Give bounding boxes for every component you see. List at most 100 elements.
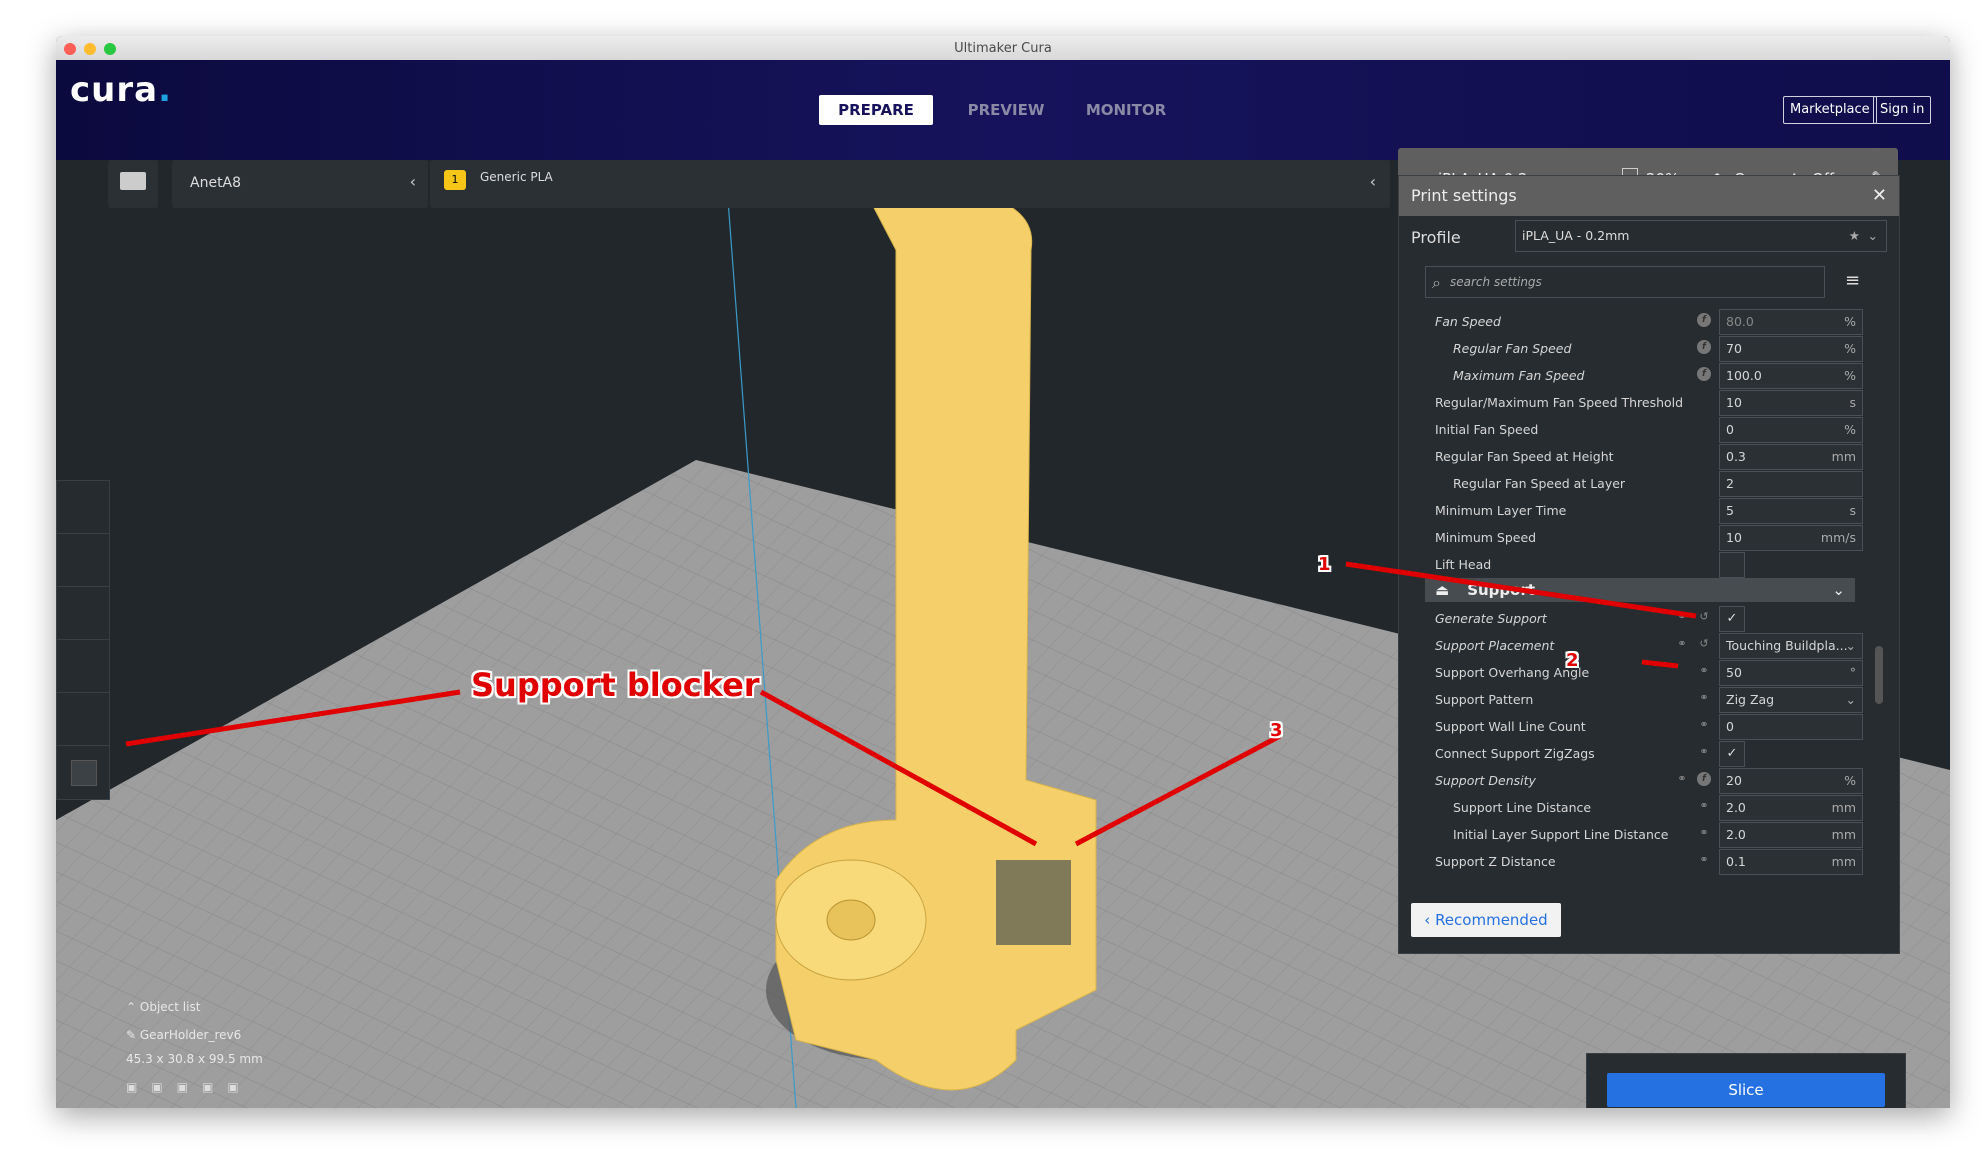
setting-input[interactable]: 2: [1719, 471, 1863, 497]
profile-label: Profile: [1411, 228, 1461, 247]
link-icon: ⚭: [1699, 826, 1709, 839]
object-dimensions: 45.3 x 30.8 x 99.5 mm: [126, 1052, 263, 1066]
function-icon: f: [1697, 313, 1711, 327]
setting-input[interactable]: 50 °: [1719, 660, 1863, 686]
support-blocker-annotation: Support blocker: [471, 666, 760, 704]
chevron-down-icon: ⌄: [1832, 581, 1845, 599]
setting-row: Regular Fan Speed f 70%: [1435, 335, 1865, 362]
chevron-left-icon: ‹: [409, 172, 416, 191]
setting-input[interactable]: 0.1 mm: [1719, 849, 1863, 875]
setting-row: Regular Fan Speed at Height 0.3 mm: [1435, 443, 1865, 470]
sign-in-button[interactable]: Sign in: [1873, 96, 1932, 124]
setting-row: Minimum Speed 10 mm/s: [1435, 524, 1865, 551]
tab-monitor[interactable]: MONITOR: [1076, 95, 1176, 125]
material-name: Generic PLA: [480, 170, 553, 184]
setting-row: Support Overhang Angle ⚭ 50 °: [1435, 659, 1865, 686]
search-settings-input[interactable]: ⌕ search settings: [1425, 266, 1825, 298]
star-icon: ★: [1848, 228, 1860, 243]
setting-row: Connect Support ZigZags ⚭ ✓: [1435, 740, 1865, 767]
function-icon: f: [1697, 340, 1711, 354]
slice-button[interactable]: Slice: [1607, 1073, 1885, 1107]
recommended-button[interactable]: ‹ Recommended: [1411, 903, 1561, 937]
printer-selector[interactable]: AnetA8 ‹: [172, 160, 428, 208]
profile-dropdown[interactable]: iPLA_UA - 0.2mm ★ ⌄: [1515, 220, 1887, 252]
link-icon: ⚭: [1699, 745, 1709, 758]
chevron-left-icon: ‹: [1369, 172, 1376, 191]
move-tool[interactable]: [57, 481, 109, 534]
open-file-button[interactable]: [108, 160, 158, 208]
per-model-settings-tool[interactable]: [57, 693, 109, 746]
link-icon: ⚭: [1699, 718, 1709, 731]
printer-name: AnetA8: [190, 175, 242, 191]
support-section-header[interactable]: ⏏ Support ⌄: [1425, 578, 1855, 602]
setting-row: Regular/Maximum Fan Speed Threshold 10 s: [1435, 389, 1865, 416]
setting-row: Maximum Fan Speed f 100.0%: [1435, 362, 1865, 389]
setting-row: Support Line Distance ⚭ 2.0 mm: [1435, 794, 1865, 821]
marker-3: 3: [1270, 720, 1283, 741]
tab-prepare[interactable]: PREPARE: [819, 95, 933, 125]
marketplace-button[interactable]: Marketplace: [1783, 96, 1877, 124]
slice-panel: Slice: [1586, 1053, 1906, 1108]
mirror-tool[interactable]: [57, 640, 109, 693]
close-icon[interactable]: ✕: [1872, 176, 1887, 216]
setting-row: Initial Fan Speed 0%: [1435, 416, 1865, 443]
settings-menu-icon[interactable]: ≡: [1845, 270, 1860, 291]
cura-logo: cura.: [70, 70, 172, 110]
chevron-down-icon: ⌄: [1867, 228, 1878, 243]
tab-preview[interactable]: PREVIEW: [956, 95, 1056, 125]
link-icon: ⚭: [1699, 664, 1709, 677]
setting-input[interactable]: 20%: [1719, 768, 1863, 794]
function-icon: f: [1697, 367, 1711, 381]
setting-input[interactable]: 100.0%: [1719, 363, 1863, 389]
setting-row: Fan Speed f 80.0%: [1435, 308, 1865, 335]
search-icon: ⌕: [1432, 273, 1441, 292]
settings-scrollbar[interactable]: [1875, 646, 1883, 704]
setting-input[interactable]: 0.3 mm: [1719, 444, 1863, 470]
setting-input[interactable]: 0: [1719, 714, 1863, 740]
setting-row: Support Placement ↺ ⚭ Touching Buildpla... ⌄: [1435, 632, 1865, 659]
setting-checkbox[interactable]: ✓: [1719, 741, 1745, 767]
link-icon: ⚭: [1677, 637, 1687, 650]
setting-row: Support Pattern ⚭ Zig Zag ⌄: [1435, 686, 1865, 713]
app-header: cura. PREPARE PREVIEW MONITOR Marketplac…: [56, 60, 1950, 160]
setting-input[interactable]: 10 s: [1719, 390, 1863, 416]
setting-input[interactable]: 80.0%: [1719, 309, 1863, 335]
tool-column: [56, 480, 110, 800]
support-blocker-icon: [71, 760, 97, 786]
object-list-toggle[interactable]: ⌃ Object list: [126, 1000, 263, 1014]
link-icon: ⚭: [1699, 853, 1709, 866]
object-item[interactable]: ✎ GearHolder_rev6: [126, 1028, 263, 1042]
print-settings-header: Print settings ✕: [1399, 176, 1899, 216]
rotate-tool[interactable]: [57, 587, 109, 640]
setting-row: Lift Head: [1435, 551, 1865, 578]
setting-input[interactable]: 2.0 mm: [1719, 795, 1863, 821]
function-icon: f: [1697, 772, 1711, 786]
support-blocker-tool[interactable]: [57, 746, 109, 798]
setting-row: Minimum Layer Time 5 s: [1435, 497, 1865, 524]
reset-icon[interactable]: ↺: [1697, 610, 1711, 624]
window-title: Ultimaker Cura: [954, 41, 1052, 56]
setting-input[interactable]: 0%: [1719, 417, 1863, 443]
link-icon: ⚭: [1677, 610, 1687, 623]
marker-2: 2: [1566, 650, 1579, 671]
setting-input[interactable]: 5s: [1719, 498, 1863, 524]
setting-checkbox[interactable]: ✓: [1719, 606, 1745, 632]
setting-input[interactable]: 10 mm/s: [1719, 525, 1863, 551]
setting-input[interactable]: 2.0 mm: [1719, 822, 1863, 848]
setting-input[interactable]: 70%: [1719, 336, 1863, 362]
support-blocker-cube: [996, 860, 1071, 945]
scale-tool[interactable]: [57, 534, 109, 587]
support-icon: ⏏: [1435, 581, 1450, 599]
view-orientation-buttons[interactable]: ▣▣▣▣▣: [126, 1080, 263, 1094]
setting-dropdown[interactable]: Zig Zag ⌄: [1719, 687, 1863, 713]
material-selector[interactable]: 1 Generic PLA ‹: [430, 160, 1390, 208]
chevron-down-icon: ⌄: [1845, 638, 1856, 653]
link-icon: ⚭: [1699, 691, 1709, 704]
title-bar: Ultimaker Cura: [56, 36, 1950, 61]
setting-checkbox[interactable]: [1719, 552, 1745, 578]
reset-icon[interactable]: ↺: [1697, 637, 1711, 651]
print-settings-panel: Print settings ✕ Profile iPLA_UA - 0.2mm…: [1398, 175, 1900, 954]
setting-row: Support Wall Line Count ⚭ 0: [1435, 713, 1865, 740]
setting-row: Generate Support ↺ ⚭ ✓: [1435, 605, 1865, 632]
setting-dropdown[interactable]: Touching Buildpla... ⌄: [1719, 633, 1863, 659]
